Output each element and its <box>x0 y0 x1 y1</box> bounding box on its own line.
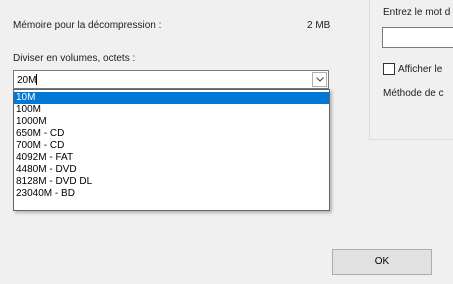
dropdown-item-4092m-fat[interactable]: 4092M - FAT <box>14 152 329 164</box>
show-password-checkbox[interactable] <box>383 63 395 75</box>
split-volumes-value: 20M <box>17 75 37 86</box>
show-password-label: Afficher le <box>398 64 443 75</box>
split-volumes-label: Diviser en volumes, octets : <box>13 53 136 64</box>
memory-value: 2 MB <box>307 20 331 31</box>
dropdown-item-700m-cd[interactable]: 700M - CD <box>14 140 329 152</box>
dropdown-item-10m[interactable]: 10M <box>14 92 329 104</box>
password-input[interactable] <box>382 27 453 48</box>
split-volumes-combobox[interactable]: 20M <box>13 70 329 89</box>
encryption-method-label: Méthode de c <box>383 88 444 99</box>
dropdown-item-650m-cd[interactable]: 650M - CD <box>14 128 329 140</box>
dropdown-item-100m[interactable]: 100M <box>14 104 329 116</box>
dropdown-item-8128m-dvd-dl[interactable]: 8128M - DVD DL <box>14 176 329 188</box>
combo-dropdown-button[interactable] <box>312 72 327 87</box>
text-caret <box>36 74 38 85</box>
dropdown-item-23040m-bd[interactable]: 23040M - BD <box>14 188 329 200</box>
ok-button[interactable]: OK <box>332 249 432 275</box>
chevron-down-icon <box>316 77 324 82</box>
dropdown-item-1000m[interactable]: 1000M <box>14 116 329 128</box>
memory-label: Mémoire pour la décompression : <box>13 20 162 31</box>
password-label: Entrez le mot d <box>383 7 451 18</box>
split-volumes-dropdown-list[interactable]: 10M 100M 1000M 650M - CD 700M - CD 4092M… <box>13 89 330 211</box>
split-volumes-input[interactable]: 20M <box>17 74 38 86</box>
dropdown-item-4480m-dvd[interactable]: 4480M - DVD <box>14 164 329 176</box>
